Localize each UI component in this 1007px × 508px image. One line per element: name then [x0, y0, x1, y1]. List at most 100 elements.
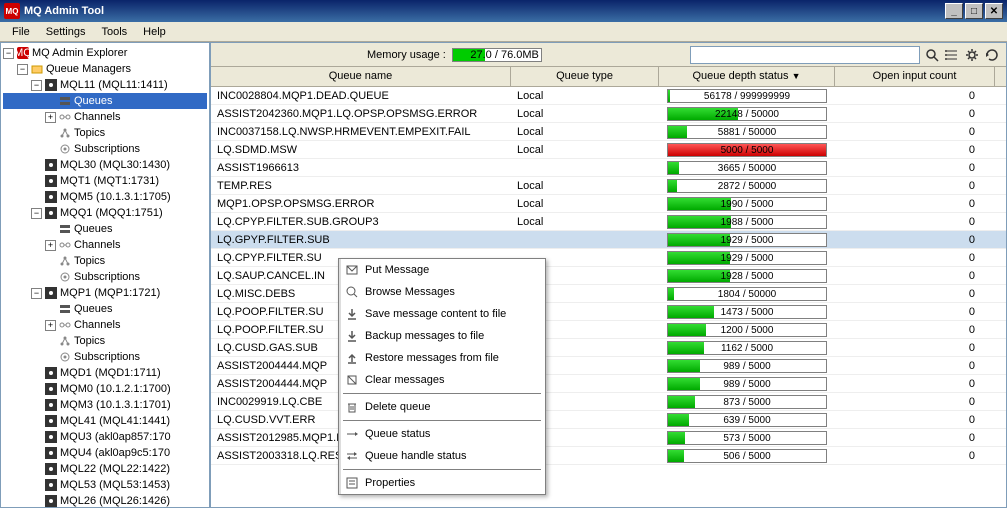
tree-node[interactable]: +Channels: [3, 237, 207, 253]
refresh-icon[interactable]: [984, 47, 1000, 63]
tree-node[interactable]: Queues: [3, 93, 207, 109]
list-icon[interactable]: [944, 47, 960, 63]
menu-item-browse[interactable]: Browse Messages: [339, 281, 545, 303]
column-header[interactable]: Queue name: [211, 67, 511, 86]
search-icon[interactable]: [924, 47, 940, 63]
tree-label: MQM5 (10.1.3.1:1705): [60, 191, 171, 203]
tree-node[interactable]: Subscriptions: [3, 349, 207, 365]
table-row[interactable]: MQP1.OPSP.OPSMSG.ERRORLocal1990 / 50000: [211, 195, 1006, 213]
close-button[interactable]: ✕: [985, 3, 1003, 19]
tree-node[interactable]: Topics: [3, 333, 207, 349]
table-row[interactable]: LQ.POOP.FILTER.SU1200 / 50000: [211, 321, 1006, 339]
tree-node[interactable]: Queues: [3, 301, 207, 317]
tree-node[interactable]: Topics: [3, 125, 207, 141]
expand-icon[interactable]: +: [45, 112, 56, 123]
tree-node[interactable]: −MQQ1 (MQQ1:1751): [3, 205, 207, 221]
menu-item-restore[interactable]: Restore messages from file: [339, 347, 545, 369]
tree-node[interactable]: MQL30 (MQL30:1430): [3, 157, 207, 173]
menu-settings[interactable]: Settings: [38, 24, 94, 40]
cell-depth: 1928 / 5000: [659, 268, 835, 284]
tree-node[interactable]: Subscriptions: [3, 141, 207, 157]
cell-open: 0: [835, 161, 995, 175]
collapse-icon[interactable]: −: [31, 288, 42, 299]
tree-node[interactable]: +Channels: [3, 109, 207, 125]
table-row[interactable]: INC0029919.LQ.CBE873 / 50000: [211, 393, 1006, 411]
queue-table[interactable]: Queue nameQueue typeQueue depth status ▼…: [211, 67, 1006, 507]
tree-node[interactable]: MQL22 (MQL22:1422): [3, 461, 207, 477]
cell-open: 0: [835, 269, 995, 283]
tree-node[interactable]: MQM3 (10.1.3.1:1701): [3, 397, 207, 413]
table-row[interactable]: ASSIST2004444.MQP989 / 50000: [211, 375, 1006, 393]
table-row[interactable]: ASSIST19666133665 / 500000: [211, 159, 1006, 177]
tree-node[interactable]: −Queue Managers: [3, 61, 207, 77]
menu-item-save[interactable]: Save message content to file: [339, 303, 545, 325]
context-menu[interactable]: Put MessageBrowse MessagesSave message c…: [338, 258, 546, 495]
table-row[interactable]: LQ.CPYP.FILTER.SUB.GROUP3Local1988 / 500…: [211, 213, 1006, 231]
cell-depth: 573 / 5000: [659, 430, 835, 446]
expand-icon[interactable]: +: [45, 320, 56, 331]
menu-item-status[interactable]: Queue status: [339, 423, 545, 445]
collapse-icon[interactable]: −: [31, 80, 42, 91]
tree-node[interactable]: MQL53 (MQL53:1453): [3, 477, 207, 493]
minimize-button[interactable]: _: [945, 3, 963, 19]
maximize-button[interactable]: □: [965, 3, 983, 19]
column-header[interactable]: Queue depth status ▼: [659, 67, 835, 86]
table-row[interactable]: INC0028804.MQP1.DEAD.QUEUELocal56178 / 9…: [211, 87, 1006, 105]
menu-item-props[interactable]: Properties: [339, 472, 545, 494]
tree-node[interactable]: Queues: [3, 221, 207, 237]
table-row[interactable]: LQ.SAUP.CANCEL.IN1928 / 50000: [211, 267, 1006, 285]
menu-item-handle[interactable]: Queue handle status: [339, 445, 545, 467]
table-row[interactable]: INC0037158.LQ.NWSP.HRMEVENT.EMPEXIT.FAIL…: [211, 123, 1006, 141]
tree-node[interactable]: −MQL11 (MQL11:1411): [3, 77, 207, 93]
collapse-icon[interactable]: −: [3, 48, 14, 59]
tree-node[interactable]: −MQP1 (MQP1:1721): [3, 285, 207, 301]
tree-node[interactable]: MQD1 (MQD1:1711): [3, 365, 207, 381]
collapse-icon[interactable]: −: [17, 64, 28, 75]
table-row[interactable]: TEMP.RESLocal2872 / 500000: [211, 177, 1006, 195]
tree-label: MQU4 (akl0ap9c5:170: [60, 447, 170, 459]
tree-node[interactable]: MQM0 (10.1.2.1:1700): [3, 381, 207, 397]
table-row[interactable]: LQ.MISC.DEBS1804 / 500000: [211, 285, 1006, 303]
menu-file[interactable]: File: [4, 24, 38, 40]
props-icon: [343, 476, 361, 490]
qm-icon: [44, 366, 58, 380]
tree-node[interactable]: MQU3 (akl0ap857:170: [3, 429, 207, 445]
gear-icon[interactable]: [964, 47, 980, 63]
expand-icon[interactable]: +: [45, 240, 56, 251]
cell-type: Local: [511, 143, 659, 157]
cell-depth: 5881 / 50000: [659, 124, 835, 140]
menu-item-put[interactable]: Put Message: [339, 259, 545, 281]
tree-node[interactable]: −MQMQ Admin Explorer: [3, 45, 207, 61]
tree-panel[interactable]: −MQMQ Admin Explorer−Queue Managers−MQL1…: [0, 42, 210, 508]
collapse-icon[interactable]: −: [31, 208, 42, 219]
table-row[interactable]: LQ.CUSD.GAS.SUB1162 / 50000: [211, 339, 1006, 357]
cell-name: MQP1.OPSP.OPSMSG.ERROR: [211, 197, 511, 211]
table-row[interactable]: LQ.SDMD.MSWLocal5000 / 50000: [211, 141, 1006, 159]
tree-node[interactable]: +Channels: [3, 317, 207, 333]
table-row[interactable]: ASSIST2004444.MQP989 / 50000: [211, 357, 1006, 375]
table-row[interactable]: LQ.CPYP.FILTER.SU1929 / 50000: [211, 249, 1006, 267]
menu-item-delete[interactable]: Delete queue: [339, 396, 545, 418]
column-header[interactable]: Queue type: [511, 67, 659, 86]
table-row[interactable]: ASSIST2012985.MQP1.ESSP.SALEVENT.EMD.FAI…: [211, 429, 1006, 447]
tree-node[interactable]: MQL26 (MQL26:1426): [3, 493, 207, 508]
tree-node[interactable]: MQL41 (MQL41:1441): [3, 413, 207, 429]
table-row[interactable]: LQ.GPYP.FILTER.SUB1929 / 50000: [211, 231, 1006, 249]
tree-node[interactable]: MQU4 (akl0ap9c5:170: [3, 445, 207, 461]
menu-item-backup[interactable]: Backup messages to file: [339, 325, 545, 347]
menu-item-clear[interactable]: Clear messages: [339, 369, 545, 391]
menu-label: Clear messages: [365, 374, 444, 386]
menu-tools[interactable]: Tools: [93, 24, 135, 40]
table-row[interactable]: ASSIST2003318.LQ.RESP.OPSEVENT.ROSTERBEL…: [211, 447, 1006, 465]
tp-icon: [58, 126, 72, 140]
table-row[interactable]: ASSIST2042360.MQP1.LQ.OPSP.OPSMSG.ERRORL…: [211, 105, 1006, 123]
tree-node[interactable]: MQM5 (10.1.3.1:1705): [3, 189, 207, 205]
tree-node[interactable]: Subscriptions: [3, 269, 207, 285]
menu-help[interactable]: Help: [135, 24, 174, 40]
table-row[interactable]: LQ.POOP.FILTER.SU1473 / 50000: [211, 303, 1006, 321]
table-row[interactable]: LQ.CUSD.VVT.ERR639 / 50000: [211, 411, 1006, 429]
column-header[interactable]: Open input count: [835, 67, 995, 86]
search-input[interactable]: [690, 46, 920, 64]
tree-node[interactable]: Topics: [3, 253, 207, 269]
tree-node[interactable]: MQT1 (MQT1:1731): [3, 173, 207, 189]
